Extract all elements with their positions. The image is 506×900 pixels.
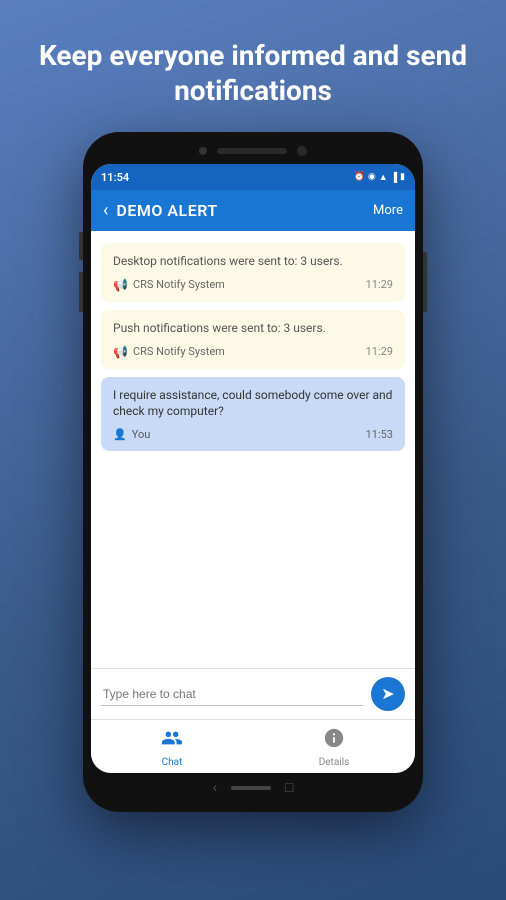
megaphone-icon-2: 📢 [113,345,128,359]
system-sender-1-name: CRS Notify System [133,278,225,291]
system-message-2: Push notifications were sent to: 3 users… [101,310,405,369]
user-message-1-time: 11:53 [366,428,393,441]
recent-hardware-button: □ [285,779,293,796]
system-message-2-footer: 📢 CRS Notify System 11:29 [113,345,393,359]
volume-up-button [79,232,83,260]
system-message-1-time: 11:29 [366,278,393,291]
system-sender-1: 📢 CRS Notify System [113,278,225,292]
back-button[interactable]: ‹ [103,200,108,221]
phone-screen: 11:54 ⏰ ◉ ▲ ▐ ▮ ‹ DEMO ALERT More Deskto… [91,164,415,773]
app-header: ‹ DEMO ALERT More [91,190,415,231]
user-sender-1-name: You [132,428,151,441]
system-message-1: Desktop notifications were sent to: 3 us… [101,243,405,302]
chat-nav-label: Chat [162,757,183,768]
header-title: DEMO ALERT [116,201,365,220]
user-sender-1: 👤 You [113,428,150,441]
details-nav-icon [323,727,345,754]
nav-item-chat[interactable]: Chat [91,727,253,768]
alarm-icon: ⏰ [354,172,365,182]
chat-area: Desktop notifications were sent to: 3 us… [91,231,415,668]
user-message-1-text: I require assistance, could somebody com… [113,387,393,421]
page-headline: Keep everyone informed and send notifica… [0,0,506,128]
status-icons: ⏰ ◉ ▲ ▐ ▮ [354,172,405,183]
battery-icon: ▮ [400,172,405,182]
front-camera [199,147,207,155]
user-icon: 👤 [113,428,127,441]
nav-item-details[interactable]: Details [253,727,415,768]
home-hardware-button [231,786,271,790]
send-button[interactable]: ➤ [371,677,405,711]
location-icon: ◉ [368,172,376,182]
speaker [217,148,287,154]
system-message-1-footer: 📢 CRS Notify System 11:29 [113,278,393,292]
system-sender-2: 📢 CRS Notify System [113,345,225,359]
user-message-1-footer: 👤 You 11:53 [113,428,393,441]
system-message-1-text: Desktop notifications were sent to: 3 us… [113,253,393,270]
details-nav-label: Details [319,757,350,768]
signal-icon: ▐ [391,172,397,183]
volume-down-button [79,272,83,312]
phone-top-hardware [91,144,415,164]
bottom-nav: Chat Details [91,719,415,773]
phone-shell: 11:54 ⏰ ◉ ▲ ▐ ▮ ‹ DEMO ALERT More Deskto… [83,132,423,812]
camera-sensor [297,146,307,156]
phone-bottom-hardware: ‹ □ [91,773,415,798]
back-hardware-button: ‹ [213,780,217,796]
status-time: 11:54 [101,171,129,184]
more-button[interactable]: More [373,203,403,218]
send-icon: ➤ [381,684,394,704]
input-area: ➤ [91,668,415,719]
status-bar: 11:54 ⏰ ◉ ▲ ▐ ▮ [91,164,415,190]
system-message-2-text: Push notifications were sent to: 3 users… [113,320,393,337]
chat-input[interactable] [101,683,363,706]
system-sender-2-name: CRS Notify System [133,345,225,358]
chat-nav-icon [161,727,183,754]
power-button [423,252,427,312]
user-message-1: I require assistance, could somebody com… [101,377,405,452]
megaphone-icon-1: 📢 [113,278,128,292]
wifi-icon: ▲ [379,172,388,183]
system-message-2-time: 11:29 [366,345,393,358]
